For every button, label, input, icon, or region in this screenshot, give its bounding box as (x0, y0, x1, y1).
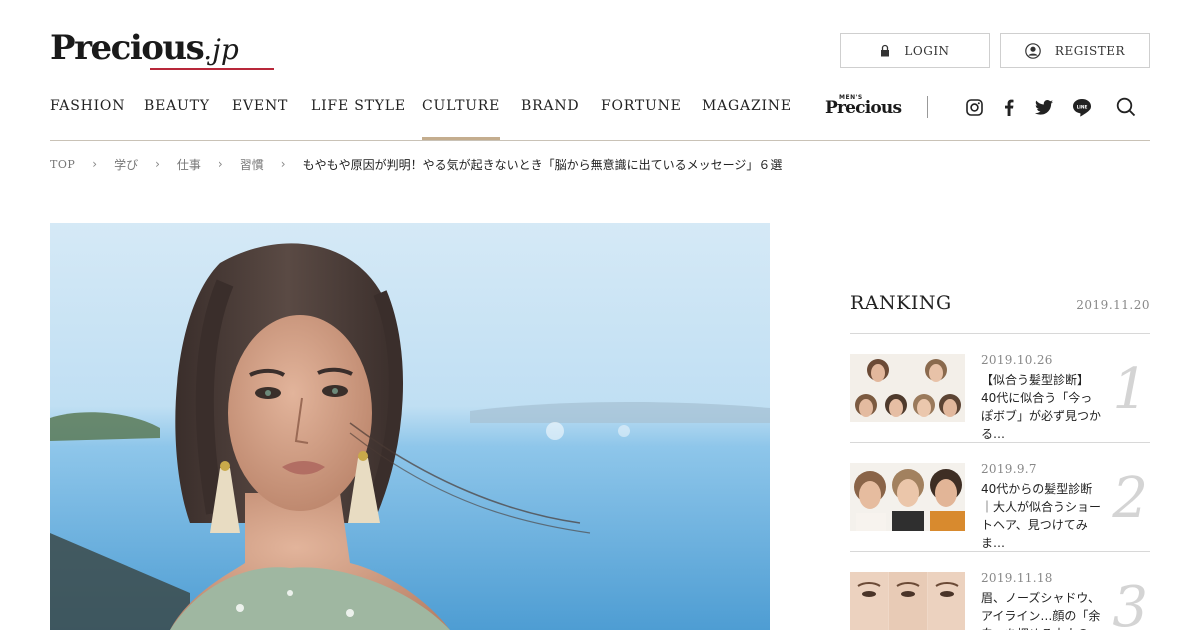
nav-divider (927, 96, 928, 118)
ranking-item-date: 2019.10.26 (981, 353, 1053, 367)
nav-item-fashion[interactable]: FASHION (50, 98, 125, 114)
chevron-right-icon: › (92, 157, 98, 171)
ranking-item-title: 眉、ノーズシャドウ、アイライン…顔の「余白」を埋める大人のメ… (981, 591, 1101, 630)
nav-item-magazine[interactable]: MAGAZINE (702, 98, 792, 114)
ranking-thumbnail (850, 354, 965, 422)
ranking-number: 2 (1112, 466, 1148, 531)
ranking-number: 1 (1112, 357, 1148, 422)
mens-logo-main: Precious (825, 98, 902, 118)
ranking-item-date: 2019.9.7 (981, 462, 1037, 476)
login-button[interactable]: LOGIN (840, 33, 990, 68)
logo-underline (150, 68, 274, 70)
logo-suffix: .jp (203, 33, 239, 66)
nav-item-event[interactable]: EVENT (232, 98, 288, 114)
lock-icon (880, 44, 890, 57)
main-nav: FASHION BEAUTY EVENT LIFE STYLE CULTURE … (50, 86, 1150, 141)
ranking-item-title: 【似合う髪型診断】40代に似合う「今っぽボブ」が必ず見つかる… (981, 373, 1102, 441)
breadcrumb: TOP › 学び › 仕事 › 習慣 › もやもや原因が判明！やる気が起きないと… (50, 156, 782, 172)
line-icon[interactable]: LINE (1071, 96, 1093, 118)
breadcrumb-shigoto[interactable]: 仕事 (177, 156, 201, 173)
ranking-item-date: 2019.11.18 (981, 571, 1053, 585)
breadcrumb-current: もやもや原因が判明！やる気が起きないとき「脳から無意識に出ているメッセージ」６選 (302, 157, 783, 172)
register-label: REGISTER (1054, 43, 1126, 58)
breadcrumb-top[interactable]: TOP (50, 158, 75, 171)
ranking-number: 3 (1112, 575, 1148, 630)
ranking-thumbnail (850, 463, 965, 531)
nav-item-fortune[interactable]: FORTUNE (601, 98, 682, 114)
user-icon (1025, 42, 1041, 59)
chevron-right-icon: › (280, 157, 286, 171)
chevron-right-icon: › (217, 157, 223, 171)
mens-precious-link[interactable]: MEN'S Precious (825, 94, 902, 120)
nav-item-culture[interactable]: CULTURE (422, 98, 501, 140)
ranking-item[interactable]: 2019.10.26 【似合う髪型診断】40代に似合う「今っぽボブ」が必ず見つか… (850, 334, 1150, 443)
nav-item-brand[interactable]: BRAND (521, 98, 579, 114)
breadcrumb-manabi[interactable]: 学び (114, 156, 138, 173)
ranking-item-title: 40代からの髪型診断｜大人が似合うショートヘア、見つけてみま… (981, 482, 1102, 550)
ranking-date: 2019.11.20 (1076, 298, 1150, 312)
ranking-item[interactable]: 2019.11.18 眉、ノーズシャドウ、アイライン…顔の「余白」を埋める大人の… (850, 552, 1150, 630)
article-hero-image (50, 223, 770, 630)
login-label: LOGIN (904, 43, 950, 58)
nav-item-beauty[interactable]: BEAUTY (144, 98, 210, 114)
logo-text: Precious (50, 28, 205, 68)
ranking-title: RANKING (850, 292, 952, 314)
ranking-thumbnail (850, 572, 965, 630)
site-logo[interactable]: Precious.jp (50, 28, 274, 74)
chevron-right-icon: › (155, 157, 160, 171)
ranking-item[interactable]: 2019.9.7 40代からの髪型診断｜大人が似合うショートヘア、見つけてみま…… (850, 443, 1150, 552)
ranking-header: RANKING 2019.11.20 (850, 292, 1150, 334)
nav-item-life-style[interactable]: LIFE STYLE (311, 98, 406, 114)
breadcrumb-shukan[interactable]: 習慣 (240, 156, 264, 173)
instagram-icon[interactable] (963, 96, 985, 118)
svg-text:LINE: LINE (1077, 104, 1088, 110)
ranking-panel: RANKING 2019.11.20 2019.10.26 【似合う髪型診断】4… (850, 292, 1150, 630)
search-icon[interactable] (1115, 96, 1137, 118)
twitter-icon[interactable] (1033, 96, 1055, 118)
facebook-icon[interactable] (998, 96, 1020, 118)
register-button[interactable]: REGISTER (1000, 33, 1150, 68)
